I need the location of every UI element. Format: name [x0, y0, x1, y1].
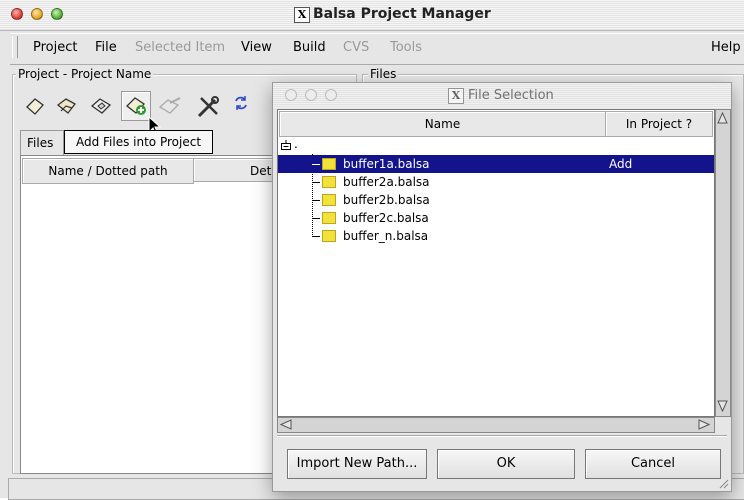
vertical-scrollbar[interactable] — [715, 109, 731, 417]
file-name: buffer2b.balsa — [343, 193, 430, 207]
balsa-file-icon — [322, 212, 336, 224]
minimize-window-button[interactable] — [31, 8, 43, 20]
menu-selected-item[interactable]: Selected Item — [135, 40, 225, 55]
column-header-name[interactable]: Name / Dotted path — [22, 158, 194, 184]
tree-branch — [312, 182, 320, 183]
window-title: Balsa Project Manager — [313, 6, 491, 22]
tree-root-label: . — [294, 137, 298, 151]
file-name: buffer1a.balsa — [343, 157, 430, 171]
column-header-in-project[interactable]: In Project ? — [605, 111, 713, 137]
resize-grip-icon[interactable] — [717, 477, 729, 489]
dialog-close-button[interactable] — [285, 89, 297, 101]
tree-expander-icon[interactable] — [281, 140, 291, 153]
file-selection-dialog: X File Selection Name In Project ? . buf… — [272, 82, 732, 492]
file-name: buffer_n.balsa — [343, 229, 429, 243]
file-row[interactable]: buffer2a.balsa — [278, 173, 714, 191]
scroll-left-arrow-icon[interactable] — [280, 419, 292, 430]
project-frame-label: Project - Project Name — [16, 67, 154, 81]
dialog-zoom-button[interactable] — [325, 89, 337, 101]
file-name: buffer2a.balsa — [343, 175, 430, 189]
add-files-button[interactable] — [121, 91, 151, 121]
tab-files-label: Files — [27, 136, 54, 150]
title-bar: X Balsa Project Manager — [0, 0, 744, 31]
file-row[interactable]: buffer2c.balsa — [278, 209, 714, 227]
balsa-file-icon — [322, 194, 336, 206]
tree-branch — [312, 236, 320, 237]
menu-tools[interactable]: Tools — [390, 40, 422, 55]
x11-icon: X — [294, 7, 310, 23]
new-project-icon[interactable] — [24, 95, 46, 117]
menu-bar — [10, 33, 744, 65]
ok-button[interactable]: OK — [437, 449, 575, 479]
menu-file[interactable]: File — [95, 40, 117, 55]
horizontal-scrollbar[interactable] — [277, 417, 715, 433]
dialog-minimize-button[interactable] — [305, 89, 317, 101]
divider — [277, 435, 727, 437]
menu-project[interactable]: Project — [33, 40, 77, 55]
import-new-path-button[interactable]: Import New Path... — [287, 449, 427, 479]
in-project-value: Add — [609, 157, 633, 171]
tree-branch — [312, 164, 320, 165]
remove-icon[interactable] — [158, 95, 181, 117]
files-frame-label: Files — [368, 67, 399, 81]
tooltip: Add Files into Project — [64, 130, 213, 154]
file-name: buffer2c.balsa — [343, 211, 429, 225]
balsa-file-icon — [322, 230, 336, 242]
balsa-file-icon — [322, 176, 336, 188]
scroll-down-arrow-icon[interactable] — [717, 400, 728, 412]
menubar-grip[interactable] — [12, 36, 18, 58]
dialog-title: File Selection — [468, 88, 554, 103]
open-project-icon[interactable] — [56, 95, 78, 117]
column-header-name[interactable]: Name — [279, 111, 606, 137]
menu-help[interactable]: Help — [711, 40, 741, 55]
menu-cvs[interactable]: CVS — [343, 40, 369, 55]
file-row[interactable]: buffer_n.balsa — [278, 227, 714, 245]
tools-icon[interactable] — [196, 95, 219, 118]
tree-branch — [312, 200, 320, 201]
scroll-right-arrow-icon[interactable] — [698, 419, 710, 430]
zoom-window-button[interactable] — [51, 8, 63, 20]
dialog-x11-icon: X — [448, 88, 464, 104]
tab-files[interactable]: Files — [20, 130, 64, 155]
save-project-icon[interactable] — [90, 95, 112, 117]
balsa-file-icon — [322, 158, 336, 170]
refresh-icon[interactable] — [233, 95, 255, 117]
menu-view[interactable]: View — [241, 40, 272, 55]
file-row[interactable]: buffer2b.balsa — [278, 191, 714, 209]
close-window-button[interactable] — [11, 8, 23, 20]
scroll-up-arrow-icon[interactable] — [717, 112, 728, 124]
file-row[interactable]: buffer1a.balsa Add — [278, 155, 714, 173]
tree-branch — [312, 218, 320, 219]
cancel-button[interactable]: Cancel — [585, 449, 721, 479]
file-tree[interactable]: Name In Project ? . buffer1a.balsa Add b… — [277, 109, 715, 417]
menu-build[interactable]: Build — [293, 40, 326, 55]
add-files-icon — [126, 97, 146, 115]
dialog-title-bar: X File Selection — [273, 83, 731, 108]
